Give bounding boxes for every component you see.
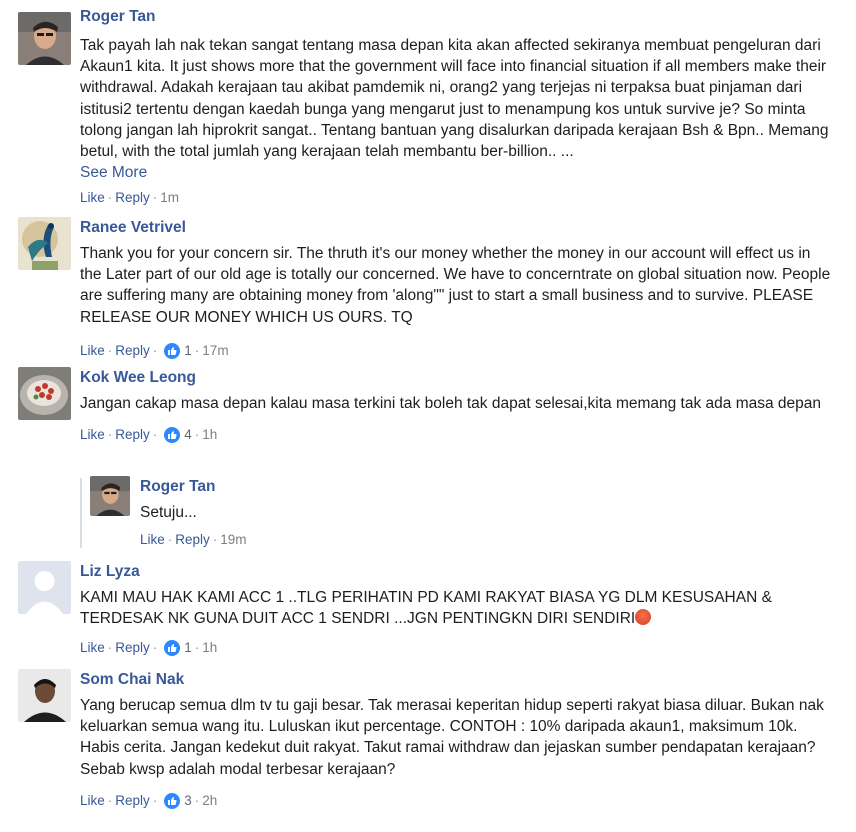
avatar[interactable] bbox=[18, 561, 71, 614]
see-more-link[interactable]: See More bbox=[80, 162, 832, 183]
comment-actions: Like · Reply · 1 · 17m bbox=[80, 341, 832, 361]
comment-timestamp[interactable]: 1h bbox=[202, 638, 217, 658]
comment-author[interactable]: Kok Wee Leong bbox=[80, 367, 196, 389]
comment-actions: Like · Reply · 1m bbox=[80, 188, 832, 208]
separator: · bbox=[194, 427, 200, 443]
separator: · bbox=[107, 342, 113, 358]
thumbs-up-icon bbox=[164, 792, 181, 809]
reaction-count[interactable]: 3 bbox=[164, 791, 192, 811]
separator: · bbox=[194, 342, 200, 358]
comment-author[interactable]: Roger Tan bbox=[140, 476, 216, 498]
thumbs-up-icon bbox=[164, 342, 181, 359]
reply-button[interactable]: Reply bbox=[115, 341, 150, 361]
comment-actions: Like · Reply · 4 · 1h bbox=[80, 425, 832, 445]
comment-timestamp[interactable]: 1h bbox=[202, 425, 217, 445]
separator: · bbox=[107, 190, 113, 206]
comment-text-body: KAMI MAU HAK KAMI ACC 1 ..TLG PERIHATIN … bbox=[80, 589, 776, 628]
separator: · bbox=[152, 427, 158, 443]
reply-thread-line bbox=[80, 478, 82, 548]
comment-text: Yang berucap semua dlm tv tu gaji besar.… bbox=[80, 697, 824, 778]
comment-author[interactable]: Liz Lyza bbox=[80, 561, 140, 583]
like-button[interactable]: Like bbox=[80, 188, 105, 208]
comment-text: Thank you for your concern sir. The thru… bbox=[80, 245, 835, 326]
comment-text: Tak payah lah nak tekan sangat tentang m… bbox=[80, 37, 833, 161]
separator: · bbox=[107, 792, 113, 808]
separator: · bbox=[194, 792, 200, 808]
comment-actions: Like · Reply · 19m bbox=[140, 530, 832, 550]
comment-actions: Like · Reply · 3 · 2h bbox=[80, 791, 832, 811]
avatar[interactable] bbox=[18, 367, 71, 420]
comment-actions: Like · Reply · 1 · 1h bbox=[80, 638, 832, 658]
like-button[interactable]: Like bbox=[80, 425, 105, 445]
separator: · bbox=[152, 792, 158, 808]
reaction-count-value: 1 bbox=[184, 342, 192, 358]
separator: · bbox=[212, 532, 218, 548]
reply-button[interactable]: Reply bbox=[115, 638, 150, 658]
avatar[interactable] bbox=[90, 476, 130, 516]
avatar[interactable] bbox=[18, 217, 71, 270]
thumbs-up-icon bbox=[164, 640, 181, 657]
like-button[interactable]: Like bbox=[80, 791, 105, 811]
like-button[interactable]: Like bbox=[80, 638, 105, 658]
comment-text: Jangan cakap masa depan kalau masa terki… bbox=[80, 395, 822, 412]
like-button[interactable]: Like bbox=[80, 341, 105, 361]
separator: · bbox=[107, 640, 113, 656]
comment-timestamp[interactable]: 1m bbox=[160, 188, 179, 208]
separator: · bbox=[107, 427, 113, 443]
separator: · bbox=[152, 640, 158, 656]
comment-author[interactable]: Roger Tan bbox=[80, 6, 156, 28]
reply-button[interactable]: Reply bbox=[175, 530, 210, 550]
reaction-count-value: 3 bbox=[184, 792, 192, 808]
reaction-count[interactable]: 1 bbox=[164, 638, 192, 658]
angry-face-emoji bbox=[635, 609, 652, 626]
comment-author[interactable]: Ranee Vetrivel bbox=[80, 217, 186, 239]
avatar[interactable] bbox=[18, 669, 71, 722]
separator: · bbox=[167, 532, 173, 548]
reaction-count-value: 1 bbox=[184, 640, 192, 656]
avatar[interactable] bbox=[18, 12, 71, 65]
like-button[interactable]: Like bbox=[140, 530, 165, 550]
reply-button[interactable]: Reply bbox=[115, 425, 150, 445]
separator: · bbox=[194, 640, 200, 656]
thumbs-up-icon bbox=[164, 427, 181, 444]
comment-text: KAMI MAU HAK KAMI ACC 1 ..TLG PERIHATIN … bbox=[80, 587, 832, 629]
reaction-count[interactable]: 1 bbox=[164, 341, 192, 361]
reaction-count-value: 4 bbox=[184, 427, 192, 443]
comment-timestamp[interactable]: 2h bbox=[202, 791, 217, 811]
comment-timestamp[interactable]: 19m bbox=[220, 530, 246, 550]
reaction-count[interactable]: 4 bbox=[164, 425, 192, 445]
comment-author[interactable]: Som Chai Nak bbox=[80, 669, 184, 691]
comment-text: Setuju... bbox=[140, 504, 197, 521]
separator: · bbox=[152, 342, 158, 358]
reply-button[interactable]: Reply bbox=[115, 791, 150, 811]
separator: · bbox=[152, 190, 158, 206]
reply-button[interactable]: Reply bbox=[115, 188, 150, 208]
comment-timestamp[interactable]: 17m bbox=[202, 341, 228, 361]
